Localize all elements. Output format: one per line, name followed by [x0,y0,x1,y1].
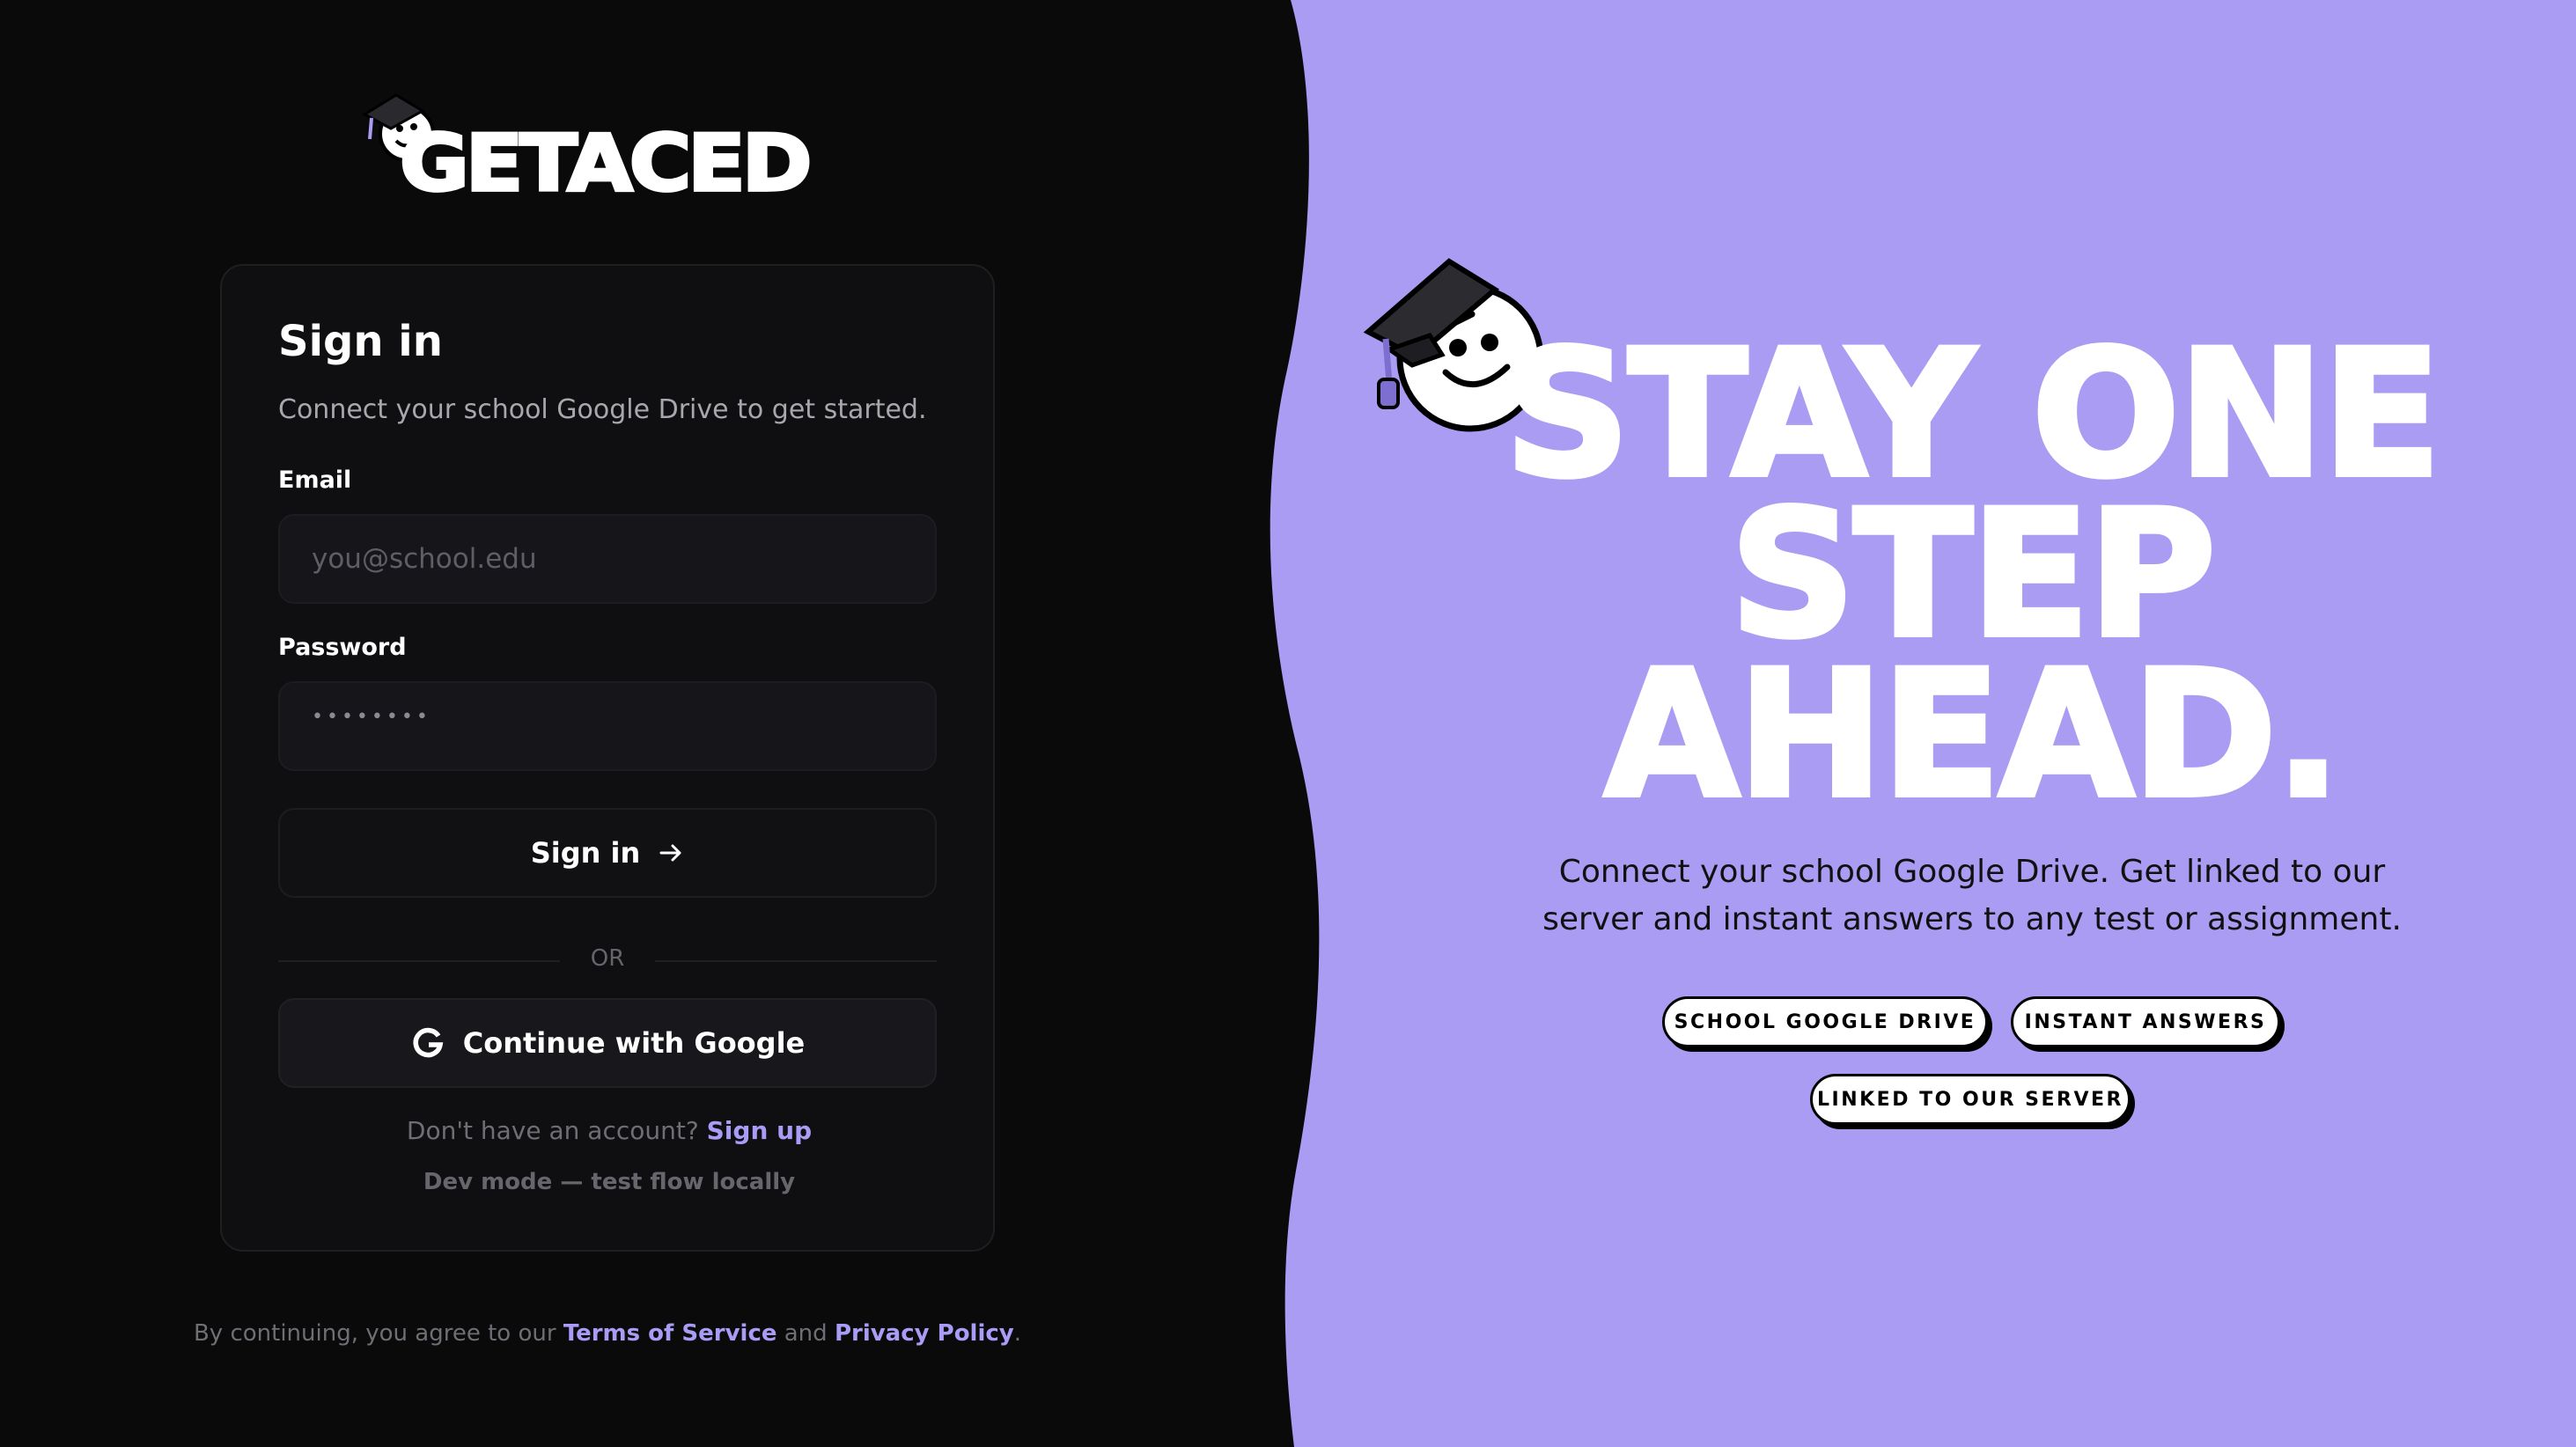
chip-school-google-drive[interactable]: SCHOOL GOOGLE DRIVE [1662,996,1988,1047]
hero-headline-line-3: AHEAD. [1601,633,2344,836]
no-account-text: Don't have an account? [406,1116,699,1145]
legal-prefix: By continuing, you agree to our [193,1320,556,1347]
dev-mode-link[interactable]: Dev mode — test flow locally [222,1169,997,1195]
signin-button-label: Sign in [530,836,641,870]
email-field[interactable] [278,514,937,604]
signup-prompt: Don't have an account? Sign up [222,1116,997,1145]
google-g-icon [413,1027,444,1058]
privacy-link[interactable]: Privacy Policy [835,1320,1014,1347]
password-label: Password [278,634,407,661]
email-label: Email [278,466,352,494]
signin-subtitle: Connect your school Google Drive to get … [278,394,927,425]
or-divider: OR [278,944,937,979]
legal-suffix: . [1013,1320,1022,1347]
continue-with-google-button[interactable]: Continue with Google [278,998,937,1088]
google-button-label: Continue with Google [462,1026,806,1060]
brand-wordmark: GETACED [398,116,813,210]
or-divider-text: OR [590,945,625,972]
signin-card: Sign in Connect your school Google Drive… [220,264,995,1252]
arrow-right-icon [659,844,681,862]
terms-link[interactable]: Terms of Service [563,1320,777,1347]
password-field[interactable] [278,681,937,771]
legal-and: and [784,1320,828,1347]
legal-notice: By continuing, you agree to our Terms of… [0,1320,1215,1347]
chip-linked-to-our-server[interactable]: LINKED TO OUR SERVER [1810,1074,2131,1125]
signin-title: Sign in [278,317,443,366]
brand-logo[interactable]: GETACED [361,88,819,211]
chip-instant-answers[interactable]: INSTANT ANSWERS [2011,996,2280,1047]
hero-tagline: Connect your school Google Drive. Get li… [1497,848,2447,944]
signup-link[interactable]: Sign up [707,1116,812,1145]
signin-button[interactable]: Sign in [278,808,937,898]
hero-headline: STAY ONE STEP AHEAD. [1426,312,2518,836]
hero-headline-line-2: STEP [1727,473,2219,676]
hero-tagline-line-2: server and instant answers to any test o… [1542,901,2402,937]
hero-headline-line-1: STAY ONE [1502,312,2444,516]
hero-tagline-line-1: Connect your school Google Drive. Get li… [1558,854,2386,890]
